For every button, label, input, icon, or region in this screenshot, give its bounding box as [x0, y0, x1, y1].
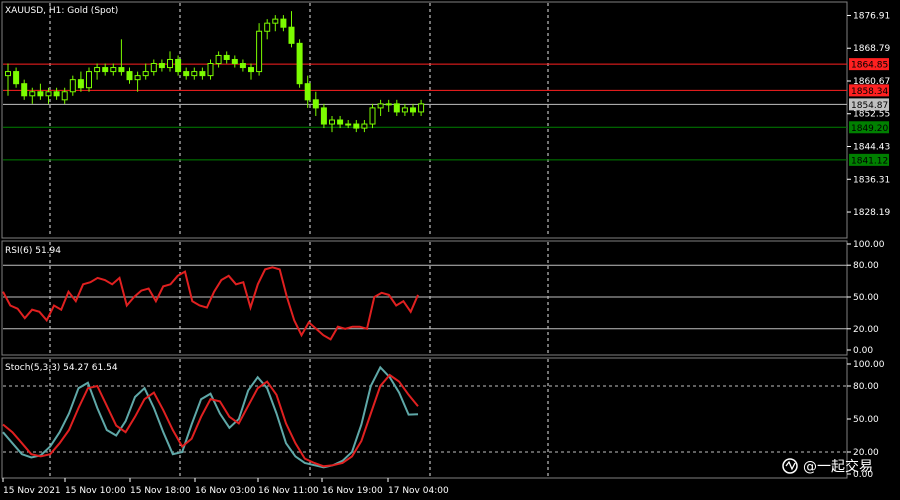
candle-body: [385, 103, 392, 106]
candle-body: [401, 107, 408, 113]
price-level-tag: 1841.12: [851, 156, 888, 166]
candle-body: [312, 99, 319, 109]
stoch-title: Stoch(5,3,3) 54.27 61.54: [5, 363, 118, 373]
price-level-tag: 1854.87: [851, 101, 888, 111]
candle-body: [37, 91, 44, 97]
candle-body: [13, 71, 20, 85]
candle-body: [21, 83, 28, 97]
candle-body: [248, 67, 254, 73]
candle-body: [191, 71, 198, 77]
y-tick-label: 1844.43: [853, 143, 890, 153]
candle-body: [353, 123, 360, 129]
candle-body: [418, 103, 425, 113]
stoch-tick-label: 50.00: [853, 415, 879, 425]
price-level-tag: 1849.20: [851, 124, 888, 134]
candle-body: [337, 119, 344, 125]
candle-body: [175, 58, 182, 73]
chart-canvas: 1876.911868.791860.671852.551844.431836.…: [1, 1, 890, 496]
candle-body: [45, 91, 52, 97]
rsi-tick-label: 20.00: [853, 325, 879, 335]
candle-body: [110, 67, 117, 73]
candle-body: [264, 22, 271, 32]
y-tick-label: 1868.79: [853, 44, 890, 54]
candle-body: [142, 71, 149, 77]
price-level-tag: 1864.85: [851, 61, 888, 71]
stoch-tick-label: 80.00: [853, 382, 879, 392]
candle-body: [126, 71, 133, 81]
candle-body: [167, 58, 173, 69]
time-axis-labels: 15 Nov 2021 15 Nov 10:00 15 Nov 18:00 16 No…: [2, 478, 449, 496]
stoch-tick-label: 20.00: [853, 448, 879, 458]
candle-body: [118, 67, 125, 73]
candlesticks: [5, 11, 425, 133]
candle-body: [69, 79, 76, 93]
candle-body: [150, 63, 157, 73]
candle-body: [5, 71, 11, 77]
candle-body: [215, 54, 222, 65]
y-tick-label: 1828.19: [853, 208, 890, 218]
candle-body: [329, 119, 335, 125]
x-tick-label: 16 Nov 03:00: [195, 486, 256, 496]
candle-body: [77, 79, 84, 89]
candle-body: [369, 107, 376, 125]
rsi-tick-label: 80.00: [853, 261, 879, 271]
rsi-tick-label: 50.00: [853, 293, 879, 303]
candle-body: [53, 91, 60, 97]
candle-body: [410, 107, 416, 113]
candle-body: [134, 75, 141, 81]
price-chart-title: XAUUSD, H1: Gold (Spot): [5, 6, 118, 16]
watermark-text: @一起交易: [803, 458, 873, 475]
candle-body: [256, 30, 263, 73]
candle-body: [86, 71, 92, 89]
x-tick-label: 15 Nov 18:00: [130, 486, 191, 496]
x-tick-label: 17 Nov 04:00: [388, 486, 449, 496]
candle-body: [29, 91, 36, 97]
candle-body: [94, 67, 101, 73]
candle-body: [239, 63, 246, 69]
price-pane: [1, 1, 848, 239]
candle-body: [280, 18, 287, 28]
candle-body: [288, 26, 295, 44]
candle-body: [345, 123, 352, 126]
candle-body: [61, 91, 68, 101]
stoch-tick-label: 100.00: [853, 360, 885, 370]
candle-body: [296, 42, 303, 85]
candle-body: [223, 54, 230, 60]
y-tick-label: 1836.31: [853, 175, 890, 185]
candle-body: [102, 67, 109, 73]
candle-body: [272, 18, 279, 24]
rsi-title: RSI(6) 51.94: [5, 246, 61, 256]
candle-body: [377, 103, 384, 109]
y-tick-label: 1876.91: [853, 11, 890, 21]
x-tick-label: 16 Nov 19:00: [322, 486, 383, 496]
watermark: @一起交易: [782, 458, 873, 475]
price-level-tag: 1858.34: [851, 87, 888, 97]
candle-body: [231, 58, 238, 65]
candle-body: [183, 71, 190, 77]
candle-body: [158, 63, 165, 69]
candle-body: [304, 83, 311, 101]
wechat-channels-icon: [782, 458, 798, 474]
y-tick-label: 1852.55: [853, 110, 890, 120]
x-tick-label: 15 Nov 10:00: [65, 486, 126, 496]
price-axis-labels: 1876.911868.791860.671852.551844.431836.…: [847, 11, 890, 480]
candle-body: [393, 103, 400, 113]
wechat-channels-icon-mark: [785, 460, 796, 471]
rsi-tick-label: 100.00: [853, 240, 885, 250]
stoch-pane: [1, 357, 848, 479]
candle-body: [199, 71, 206, 77]
rsi-tick-label: 0.00: [853, 346, 873, 356]
x-tick-label: 15 Nov 2021: [3, 486, 61, 496]
candle-body: [320, 107, 327, 125]
candle-body: [361, 123, 368, 129]
rsi-pane: [1, 240, 848, 356]
candle-body: [207, 63, 214, 77]
x-tick-label: 16 Nov 11:00: [258, 486, 319, 496]
